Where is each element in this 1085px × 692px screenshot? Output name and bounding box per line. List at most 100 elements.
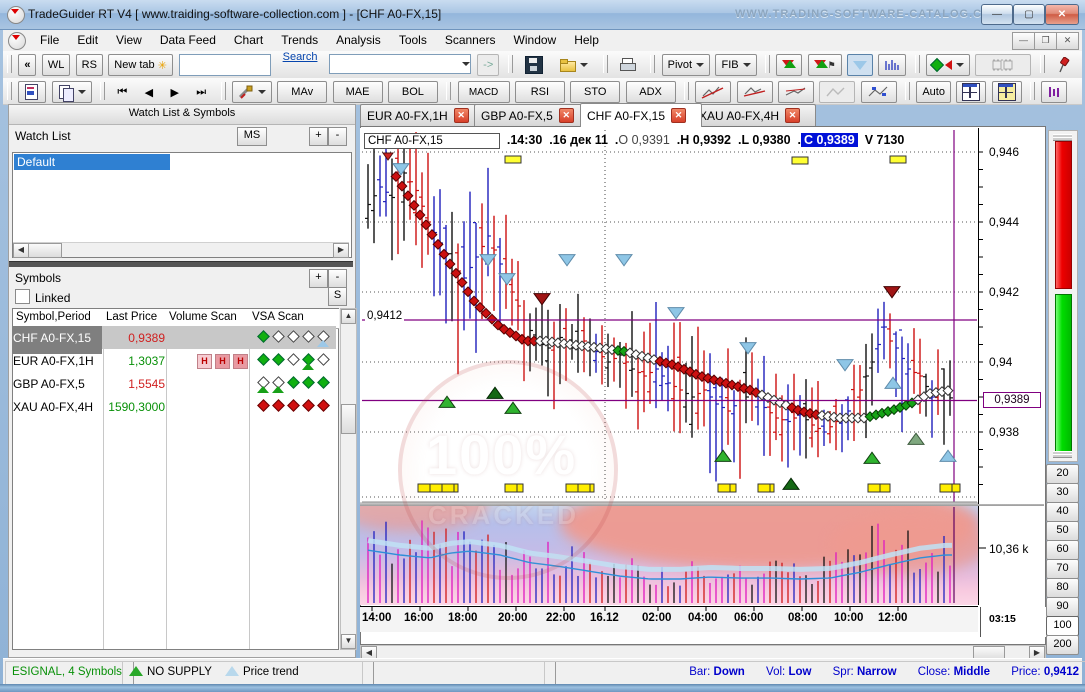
bars-count-button-50[interactable]: 50 (1046, 521, 1079, 541)
toolbar-grip[interactable] (915, 55, 920, 73)
linked-checkbox[interactable]: Linked (15, 289, 70, 305)
menu-tools[interactable]: Tools (390, 30, 436, 51)
tools-dropdown-button[interactable] (232, 81, 272, 103)
watch-list[interactable]: Default ◀ ▶ (12, 152, 352, 258)
watchlist-add-button[interactable]: + (309, 127, 328, 146)
menu-help[interactable]: Help (565, 30, 608, 51)
show-alerts-button[interactable]: ⚑ (808, 54, 842, 76)
toolbar-grip[interactable] (7, 55, 12, 73)
wl-button[interactable]: WL (42, 54, 71, 76)
bol-button[interactable]: BOL (388, 81, 438, 103)
close-tab-icon[interactable]: ✕ (785, 108, 800, 123)
watchlist-remove-button[interactable]: - (328, 127, 347, 146)
downtrend-tool-button[interactable] (737, 81, 773, 103)
scroll-thumb[interactable] (341, 404, 356, 434)
uptrend-tool-button[interactable] (695, 81, 731, 103)
ms-button[interactable]: MS (237, 127, 267, 146)
menu-analysis[interactable]: Analysis (327, 30, 390, 51)
toolbar-grip[interactable] (508, 55, 513, 73)
tile-yellow-button[interactable] (992, 81, 1022, 103)
scroll-thumb[interactable] (28, 243, 62, 258)
price-axis[interactable]: 0,946 0,944 0,942 0,94 0,938 0,9389 (978, 128, 1045, 504)
pattern-tool-button[interactable] (819, 81, 855, 103)
toolbar-grip[interactable] (905, 82, 910, 100)
time-axis[interactable]: 14:00 16:00 18:00 20:00 22:00 16.12 02:0… (360, 606, 978, 632)
bars-count-button-200[interactable]: 200 (1046, 635, 1079, 655)
bars-count-button-80[interactable]: 80 (1046, 578, 1079, 598)
menu-scanners[interactable]: Scanners (436, 30, 505, 51)
symbols-table[interactable]: Symbol,Period Last Price Volume Scan VSA… (12, 308, 339, 650)
macd-button[interactable]: MACD (458, 81, 510, 103)
toolbar-grip[interactable] (446, 82, 451, 100)
menu-window[interactable]: Window (505, 30, 566, 51)
volume-axis[interactable]: 10,36 k (978, 506, 1045, 605)
symbol-cell[interactable]: XAU A0-FX,4H (13, 395, 102, 423)
tab-chf[interactable]: CHF A0-FX,15✕ (580, 103, 702, 127)
go-prev-button[interactable]: ◀ (139, 81, 159, 103)
channel-tool-button[interactable] (778, 81, 814, 103)
pane-splitter[interactable] (360, 502, 1044, 506)
copy-chart-button[interactable] (52, 81, 92, 103)
new-chart-button[interactable] (18, 81, 46, 103)
scroll-up-arrow[interactable]: ▲ (341, 309, 356, 324)
toolbar-grip[interactable] (650, 55, 655, 73)
save-button[interactable] (519, 54, 549, 76)
maximize-button[interactable]: ▢ (1013, 4, 1045, 25)
symbol-entry-input[interactable] (179, 54, 271, 76)
rsi-button[interactable]: RSI (515, 81, 565, 103)
volume-pane[interactable] (360, 506, 978, 605)
table-row[interactable]: XAU A0-FX,4H1590,3000 (13, 395, 336, 418)
menu-data-feed[interactable]: Data Feed (151, 30, 225, 51)
symbol-box[interactable]: CHF A0-FX,15 (364, 133, 500, 149)
symbols-add-button[interactable]: + (309, 269, 328, 288)
bars-count-button-60[interactable]: 60 (1046, 540, 1079, 560)
s-button[interactable]: S (328, 287, 347, 306)
bars-count-button-90[interactable]: 90 (1046, 597, 1079, 617)
go-next-button[interactable]: ▶ (164, 81, 184, 103)
trend-signal-button[interactable] (847, 54, 873, 76)
histogram-tool-button[interactable] (878, 54, 906, 76)
go-first-button[interactable]: ⏮ (111, 81, 133, 103)
menu-file[interactable]: File (31, 30, 68, 51)
checkbox-icon[interactable] (15, 289, 30, 304)
zigzag-tool-button[interactable] (861, 81, 897, 103)
new-tab-button[interactable]: New tab ✳ (108, 54, 173, 76)
pivot-button[interactable]: Pivot (662, 54, 710, 76)
diamond-marker-combo[interactable] (926, 54, 970, 76)
adx-button[interactable]: ADX (626, 81, 676, 103)
collapse-watchlist-button[interactable]: « (18, 54, 36, 76)
table-row[interactable]: EUR A0-FX,1H1,3037HHH (13, 349, 336, 372)
vsa-histogram-button[interactable] (1041, 81, 1067, 103)
menu-view[interactable]: View (107, 30, 151, 51)
mdi-close-button[interactable]: ✕ (1056, 32, 1079, 50)
mdi-restore-button[interactable]: ❐ (1034, 32, 1057, 50)
menu-edit[interactable]: Edit (68, 30, 107, 51)
open-file-button[interactable] (554, 54, 594, 76)
watch-list-item[interactable]: Default (14, 154, 170, 170)
bars-count-button-100[interactable]: 100 (1046, 616, 1079, 636)
tab-eur[interactable]: EUR A0-FX,1H✕ (360, 104, 484, 126)
toolbar-grip[interactable] (765, 55, 770, 73)
toolbar-grip[interactable] (1040, 55, 1045, 73)
mae-button[interactable]: MAE (333, 81, 383, 103)
tile-windows-button[interactable] (956, 81, 986, 103)
scroll-right-arrow[interactable]: ▶ (333, 243, 349, 258)
go-last-button[interactable]: ⏭ (190, 81, 212, 103)
panel-divider[interactable] (9, 261, 353, 267)
fib-button[interactable]: FIB (715, 54, 756, 76)
menu-chart[interactable]: Chart (225, 30, 272, 51)
menu-trends[interactable]: Trends (272, 30, 327, 51)
trend-gauge[interactable] (1048, 130, 1078, 462)
toolbar-grip[interactable] (7, 82, 12, 100)
scroll-left-arrow[interactable]: ◀ (13, 243, 29, 258)
pin-button[interactable] (1051, 54, 1077, 76)
search-link[interactable]: Search (283, 51, 318, 63)
table-row[interactable]: CHF A0-FX,150,9389 (13, 326, 336, 349)
bars-count-button-30[interactable]: 30 (1046, 483, 1079, 503)
toolbar-grip[interactable] (100, 82, 105, 100)
bars-count-button-20[interactable]: 20 (1046, 464, 1079, 484)
toolbar-grip[interactable] (603, 55, 608, 73)
minimize-button[interactable]: — (981, 4, 1013, 25)
close-tab-icon[interactable]: ✕ (454, 108, 469, 123)
table-row[interactable]: GBP A0-FX,51,5545 (13, 372, 336, 395)
